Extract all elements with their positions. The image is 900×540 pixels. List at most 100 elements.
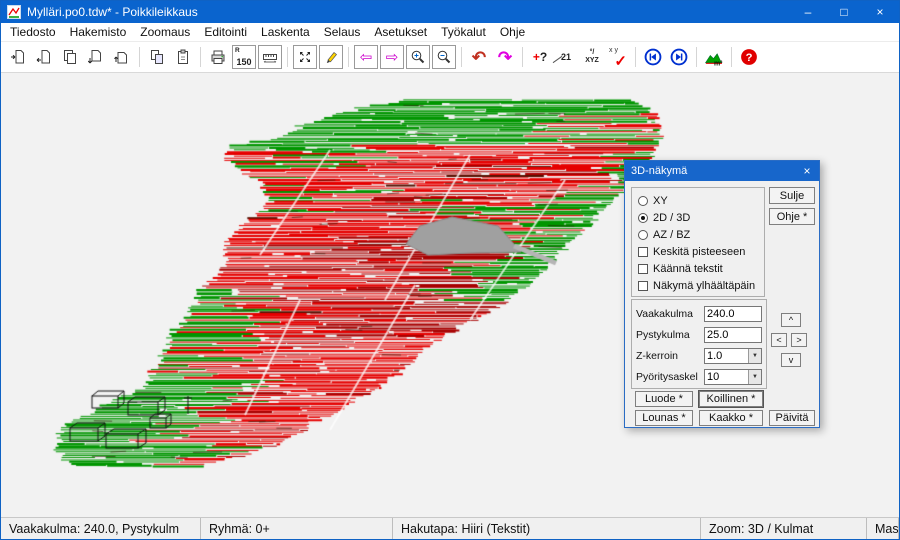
- help-button[interactable]: ?: [736, 44, 762, 70]
- rotate-down-button[interactable]: v: [781, 353, 801, 367]
- window-title: Mylläri.po0.tdw* - Poikkileikkaus: [27, 5, 787, 19]
- status-zoom: Zoom: 3D / Kulmat: [701, 518, 867, 539]
- menu-zoomaus[interactable]: Zoomaus: [133, 23, 197, 41]
- radio-icon: [638, 196, 648, 206]
- page-arrow-in-icon: [10, 49, 26, 65]
- pan-left-button[interactable]: ⇦: [354, 45, 378, 69]
- toolbar-separator: [696, 47, 697, 67]
- dropdown-arrow-icon[interactable]: ▼: [748, 370, 761, 384]
- dropdown-arrow-icon[interactable]: ▼: [748, 349, 761, 363]
- vaakakulma-row: Vaakakulma: [632, 303, 766, 324]
- point-query-icon: +?: [533, 48, 547, 66]
- fit-extents-icon: [297, 49, 313, 65]
- next-section-button[interactable]: [666, 44, 692, 70]
- paivita-button[interactable]: Päivitä: [769, 410, 815, 426]
- print-button[interactable]: [205, 44, 231, 70]
- redo-button[interactable]: ↷: [492, 44, 518, 70]
- page-arrow-up-icon: [114, 49, 130, 65]
- page-arrow-out-icon: [36, 49, 52, 65]
- checkbox-nakyma-ylhaalta[interactable]: Näkymä ylhäältäpäin: [638, 277, 764, 294]
- point-info-button[interactable]: +?: [527, 44, 553, 70]
- toolbar-separator: [635, 47, 636, 67]
- maximize-button[interactable]: □: [829, 5, 859, 19]
- radio-xy[interactable]: XY: [638, 192, 764, 209]
- pyoritysaskel-input[interactable]: [705, 370, 748, 384]
- lounas-button[interactable]: Lounas *: [635, 410, 693, 426]
- radio-icon: [638, 213, 648, 223]
- radio-2d-3d[interactable]: 2D / 3D: [638, 209, 764, 226]
- pyoritysaskel-row: Pyöritysaskel ▼: [632, 366, 766, 387]
- kaakko-button[interactable]: Kaakko *: [699, 410, 763, 426]
- menu-editointi[interactable]: Editointi: [197, 23, 254, 41]
- ohje-button[interactable]: Ohje *: [769, 208, 815, 225]
- pystykulma-field: [704, 327, 762, 343]
- z-kerroin-input[interactable]: [705, 349, 748, 363]
- next-circle-icon: [670, 48, 688, 66]
- pystykulma-row: Pystykulma: [632, 324, 766, 345]
- approve-points-button[interactable]: x y✓: [605, 44, 631, 70]
- zoom-out-button[interactable]: [432, 45, 456, 69]
- luode-button[interactable]: Luode *: [635, 391, 693, 407]
- sulje-button[interactable]: Sulje: [769, 187, 815, 204]
- toolbar-separator: [139, 47, 140, 67]
- scale-icon: R150: [233, 47, 255, 67]
- menu-ohje[interactable]: Ohje: [493, 23, 532, 41]
- titlebar: Mylläri.po0.tdw* - Poikkileikkaus – □ ×: [1, 1, 899, 23]
- rotate-up-button[interactable]: ^: [781, 313, 801, 327]
- close-button[interactable]: ×: [865, 5, 895, 19]
- menubar: Tiedosto Hakemisto Zoomaus Editointi Las…: [1, 23, 899, 42]
- dialog-close-button[interactable]: ×: [799, 164, 815, 178]
- file-list-button[interactable]: [57, 44, 83, 70]
- edit-draw-button[interactable]: [319, 45, 343, 69]
- redo-icon: ↷: [498, 49, 512, 66]
- rotate-left-button[interactable]: <: [771, 333, 787, 347]
- undo-icon: ↶: [472, 49, 486, 66]
- point-number-icon: 21: [561, 52, 571, 62]
- measure-button[interactable]: [258, 45, 282, 69]
- toolbar-separator: [287, 47, 288, 67]
- checkbox-keskita-pisteeseen[interactable]: Keskitä pisteeseen: [638, 243, 764, 260]
- koillinen-button[interactable]: Koillinen *: [699, 391, 763, 407]
- pystykulma-input[interactable]: [705, 328, 761, 342]
- toolbar: R150 ⇦ ⇨: [1, 42, 899, 73]
- rotate-right-button[interactable]: >: [791, 333, 807, 347]
- checkbox-kaanna-tekstit[interactable]: Käännä tekstit: [638, 260, 764, 277]
- copy-icon: [149, 49, 165, 65]
- import-file-button[interactable]: [83, 44, 109, 70]
- copy-button[interactable]: [144, 44, 170, 70]
- write-file-button[interactable]: [31, 44, 57, 70]
- export-file-button[interactable]: [109, 44, 135, 70]
- minimize-button[interactable]: –: [793, 5, 823, 19]
- status-angles: Vaakakulma: 240.0, Pystykulm: [1, 518, 201, 539]
- toolbar-separator: [200, 47, 201, 67]
- clipboard-icon: [175, 49, 191, 65]
- coordinates-button[interactable]: °/XYZ: [579, 44, 605, 70]
- z-kerroin-row: Z-kerroin ▼: [632, 345, 766, 366]
- previous-section-button[interactable]: [640, 44, 666, 70]
- menu-asetukset[interactable]: Asetukset: [367, 23, 434, 41]
- toolbar-separator: [731, 47, 732, 67]
- vaakakulma-input[interactable]: [705, 307, 761, 321]
- menu-tiedosto[interactable]: Tiedosto: [3, 23, 63, 41]
- menu-hakemisto[interactable]: Hakemisto: [63, 23, 134, 41]
- zoom-in-button[interactable]: [406, 45, 430, 69]
- undo-button[interactable]: ↶: [466, 44, 492, 70]
- menu-selaus[interactable]: Selaus: [317, 23, 368, 41]
- point-number-button[interactable]: 21: [553, 44, 579, 70]
- view-mode-group: XY 2D / 3D AZ / BZ Keskitä pisteeseen Kä…: [631, 187, 765, 297]
- read-file-button[interactable]: [5, 44, 31, 70]
- scale-button[interactable]: R150: [232, 45, 256, 69]
- paste-button[interactable]: [170, 44, 196, 70]
- volume-button[interactable]: m³: [701, 44, 727, 70]
- radio-az-bz[interactable]: AZ / BZ: [638, 226, 764, 243]
- status-mask: Mask: [867, 518, 899, 539]
- fit-view-button[interactable]: [293, 45, 317, 69]
- svg-text:m³: m³: [714, 60, 723, 66]
- application-window: Mylläri.po0.tdw* - Poikkileikkaus – □ × …: [0, 0, 900, 540]
- dialog-titlebar[interactable]: 3D-näkymä ×: [625, 161, 819, 181]
- status-search-mode: Hakutapa: Hiiri (Tekstit): [393, 518, 701, 539]
- menu-laskenta[interactable]: Laskenta: [254, 23, 317, 41]
- menu-tyokalut[interactable]: Työkalut: [434, 23, 493, 41]
- pan-right-button[interactable]: ⇨: [380, 45, 404, 69]
- dialog-title: 3D-näkymä: [631, 165, 687, 177]
